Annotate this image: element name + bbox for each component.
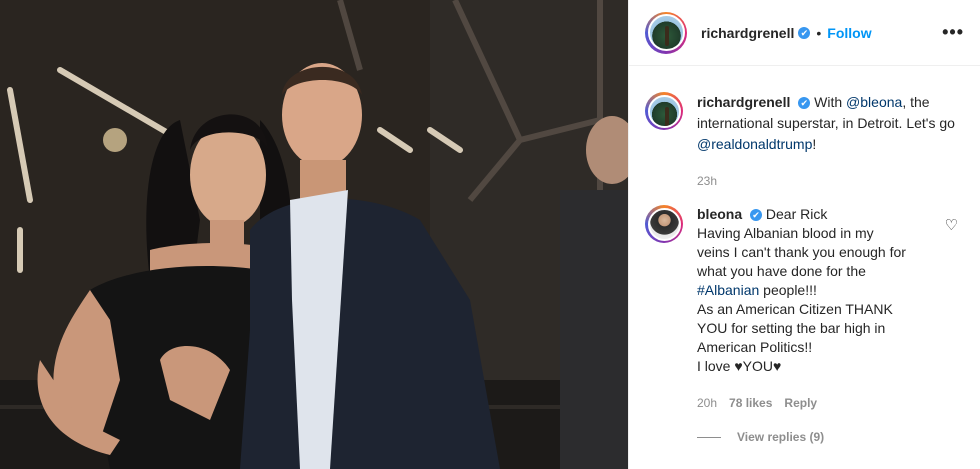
follow-button[interactable]: Follow (827, 25, 871, 41)
caption-avatar-image (647, 94, 681, 128)
commenter-avatar-image (647, 207, 681, 241)
comment-meta: 20h 78 likes Reply (697, 396, 817, 410)
author-username[interactable]: richardgrenell (701, 25, 794, 41)
comment-line-1: bleona ✔ Dear Rick (697, 205, 953, 224)
post-side-panel: richardgrenell ✔ • Follow ••• richardgre… (628, 0, 980, 469)
comment-likes[interactable]: 78 likes (729, 396, 772, 410)
replies-divider (697, 436, 721, 438)
verified-badge-icon: ✔ (798, 26, 811, 39)
comment-text: Dear Rick (765, 206, 828, 222)
caption-text: richardgrenell ✔ With @bleona, the inter… (697, 92, 965, 192)
more-options-icon[interactable]: ••• (942, 22, 964, 43)
comment-line-3: veins I can't thank you enough for (697, 244, 906, 260)
comment-line-8: American Politics!! (697, 339, 813, 355)
photo-illustration (0, 0, 628, 469)
instagram-post: richardgrenell ✔ • Follow ••• richardgre… (0, 0, 980, 469)
comment: bleona ✔ Dear Rick Having Albanian blood… (645, 205, 975, 376)
post-timestamp[interactable]: 23h (697, 171, 965, 192)
comment-line-2: Having Albanian blood in my (697, 225, 874, 241)
comment-line-6: As an American Citizen THANK (697, 301, 893, 317)
author-avatar-image (647, 14, 685, 51)
post-caption: richardgrenell ✔ With @bleona, the inter… (645, 92, 965, 192)
comment-line-4: what you have done for the (697, 263, 866, 279)
comment-text: people!!! (763, 282, 817, 298)
reply-button[interactable]: Reply (784, 396, 817, 410)
hashtag-link-albanian[interactable]: #Albanian (697, 282, 759, 298)
comment-time[interactable]: 20h (697, 396, 717, 410)
comment-body: bleona ✔ Dear Rick Having Albanian blood… (697, 205, 953, 376)
mention-link-realdonaldtrump[interactable]: @realdonaldtrump (697, 136, 812, 152)
author-avatar[interactable] (645, 11, 687, 54)
caption-avatar[interactable] (645, 92, 683, 130)
post-header: richardgrenell ✔ • Follow ••• (629, 0, 980, 66)
caption-text-part-1: With (814, 94, 843, 110)
verified-badge-icon: ✔ (750, 209, 763, 222)
view-replies[interactable]: View replies (9) (697, 430, 824, 444)
comment-line-9: I love ♥YOU♥ (697, 358, 782, 374)
heart-icon[interactable]: ♡ (945, 216, 958, 234)
caption-username[interactable]: richardgrenell (697, 94, 790, 110)
separator-dot: • (816, 24, 822, 41)
caption-text-part-3: ! (812, 136, 817, 152)
verified-badge-icon: ✔ (798, 97, 811, 110)
commenter-avatar[interactable] (645, 205, 683, 243)
commenter-username[interactable]: bleona (697, 206, 742, 222)
mention-link-bleona[interactable]: @bleona (846, 94, 902, 110)
post-photo[interactable] (0, 0, 628, 469)
comment-line-5: #Albanian people!!! (697, 281, 953, 300)
view-replies-label[interactable]: View replies (9) (737, 430, 824, 444)
comment-line-7: YOU for setting the bar high in (697, 320, 886, 336)
